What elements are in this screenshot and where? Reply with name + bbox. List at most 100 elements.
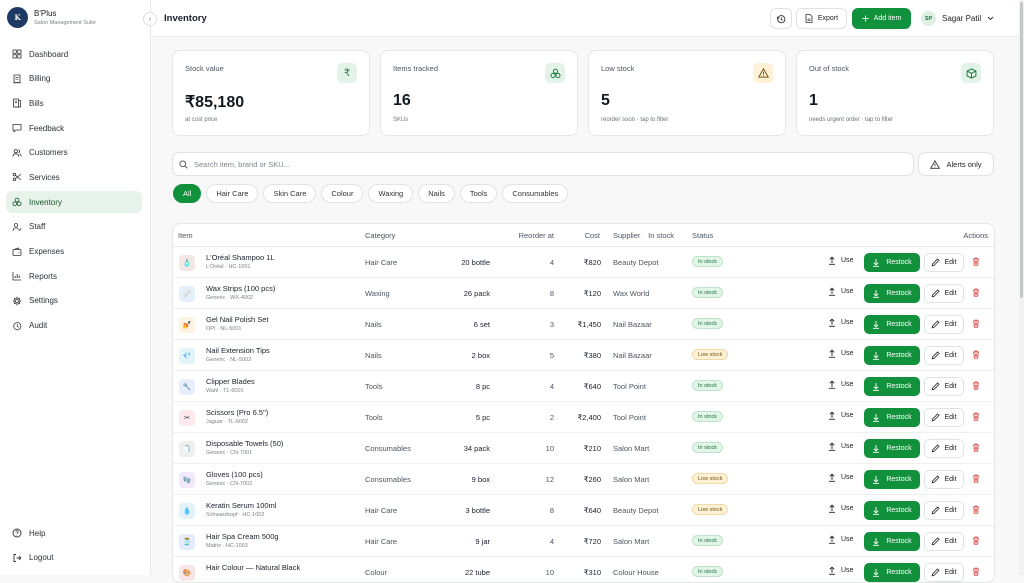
column-header-item[interactable]: Item (178, 231, 193, 240)
edit-button[interactable]: Edit (924, 439, 964, 458)
filter-chip-nails[interactable]: Nails (418, 184, 455, 203)
restock-button[interactable]: Restock (864, 284, 920, 303)
column-header-supplier[interactable]: Supplier (613, 231, 641, 240)
item-name[interactable]: Scissors (Pro 6.5") (206, 408, 268, 417)
column-header-reorder-at[interactable]: Reorder at (519, 231, 554, 240)
filter-chip-skin-care[interactable]: Skin Care (263, 184, 317, 203)
export-button[interactable]: Export (796, 8, 847, 29)
restock-button[interactable]: Restock (864, 253, 920, 272)
sidebar-item-billing[interactable]: Billing (6, 68, 142, 90)
use-button[interactable]: Use (828, 504, 853, 513)
use-button[interactable]: Use (828, 442, 853, 451)
table-row[interactable]: 🔧 Clipper Blades Wahl · TL-6001 Tools 8 pc 4 ₹… (173, 371, 994, 402)
restock-button[interactable]: Restock (864, 346, 920, 365)
trash-icon[interactable] (972, 474, 980, 483)
use-button[interactable]: Use (828, 380, 853, 389)
filter-chip-hair-care[interactable]: Hair Care (206, 184, 259, 203)
use-button[interactable]: Use (828, 287, 853, 296)
table-row[interactable]: 💎 Nail Extension Tips Generic · NL-5002 Nai… (173, 340, 994, 371)
sidebar-item-bills[interactable]: Bills (6, 92, 142, 114)
item-name[interactable]: Clipper Blades (206, 377, 255, 386)
use-button[interactable]: Use (828, 411, 853, 420)
filter-chip-waxing[interactable]: Waxing (368, 184, 414, 203)
edit-button[interactable]: Edit (924, 408, 964, 427)
use-button[interactable]: Use (828, 566, 853, 575)
filter-chip-colour[interactable]: Colour (321, 184, 364, 203)
column-header-actions[interactable]: Actions (963, 231, 988, 240)
trash-icon[interactable] (972, 536, 980, 545)
sidebar-item-customers[interactable]: Customers (6, 142, 142, 164)
item-name[interactable]: Disposable Towels (50) (206, 439, 283, 448)
trash-icon[interactable] (972, 257, 980, 266)
sidebar-item-dashboard[interactable]: Dashboard (6, 43, 142, 65)
use-button[interactable]: Use (828, 318, 853, 327)
restock-button[interactable]: Restock (864, 501, 920, 520)
trash-icon[interactable] (972, 288, 980, 297)
restock-button[interactable]: Restock (864, 315, 920, 334)
edit-button[interactable]: Edit (924, 346, 964, 365)
table-row[interactable]: 🩹 Wax Strips (100 pcs) Generic · WX-4002 Wa… (173, 278, 994, 309)
table-row[interactable]: 💅 Gel Nail Polish Set OPI · NL-5001 Nails 6 … (173, 309, 994, 340)
table-row[interactable]: 🫙 Hair Spa Cream 500g Matrix · HC-1003 Hair… (173, 526, 994, 557)
trash-icon[interactable] (972, 350, 980, 359)
restock-button[interactable]: Restock (864, 470, 920, 489)
item-name[interactable]: Gloves (100 pcs) (206, 470, 263, 479)
use-button[interactable]: Use (828, 349, 853, 358)
use-button[interactable]: Use (828, 535, 853, 544)
trash-icon[interactable] (972, 381, 980, 390)
sidebar-item-feedback[interactable]: Feedback (6, 117, 142, 139)
sidebar-item-logout[interactable]: Logout (6, 547, 142, 569)
item-name[interactable]: Keratin Serum 100ml (206, 501, 276, 510)
stat-card-low-stock[interactable]: Low stock 5 reorder soon · tap to filter (588, 50, 786, 136)
sidebar-item-reports[interactable]: Reports (6, 265, 142, 287)
restock-button[interactable]: Restock (864, 532, 920, 551)
edit-button[interactable]: Edit (924, 315, 964, 334)
stat-card-stock-value[interactable]: Stock value ₹85,180 at cost price ₹ (172, 50, 370, 136)
edit-button[interactable]: Edit (924, 284, 964, 303)
table-row[interactable]: 🧴 L'Oréal Shampoo 1L L'Oréal · HC-1001 Hair… (173, 247, 994, 278)
restock-button[interactable]: Restock (864, 439, 920, 458)
sidebar-item-help[interactable]: Help (6, 522, 142, 544)
column-header-category[interactable]: Category (365, 231, 395, 240)
table-row[interactable]: 💧 Keratin Serum 100ml Schwarzkopf · HC-100… (173, 495, 994, 526)
table-row[interactable]: 🧤 Gloves (100 pcs) Generic · CN-7002 Consum… (173, 464, 994, 495)
user-menu[interactable]: SP Sagar Patil (921, 11, 994, 26)
page-scrollbar[interactable] (1019, 0, 1024, 575)
sidebar-item-expenses[interactable]: Expenses (6, 241, 142, 263)
alerts-only-button[interactable]: Alerts only (918, 152, 994, 176)
sidebar-item-inventory[interactable]: Inventory (6, 191, 142, 214)
add-item-button[interactable]: Add item (852, 8, 911, 29)
trash-icon[interactable] (972, 319, 980, 328)
stat-card-out-of-stock[interactable]: Out of stock 1 needs urgent order · tap to… (796, 50, 994, 136)
edit-button[interactable]: Edit (924, 532, 964, 551)
edit-button[interactable]: Edit (924, 470, 964, 489)
sidebar-item-services[interactable]: Services (6, 166, 142, 188)
trash-icon[interactable] (972, 443, 980, 452)
edit-button[interactable]: Edit (924, 563, 964, 582)
item-name[interactable]: Hair Colour — Natural Black (206, 563, 300, 572)
trash-icon[interactable] (972, 505, 980, 514)
column-header-status[interactable]: Status (692, 231, 713, 240)
table-row[interactable]: 🧻 Disposable Towels (50) Generic · CN-7001… (173, 433, 994, 464)
edit-button[interactable]: Edit (924, 377, 964, 396)
sidebar-item-settings[interactable]: Settings (6, 290, 142, 312)
use-button[interactable]: Use (828, 473, 853, 482)
sidebar-item-audit[interactable]: Audit (6, 315, 142, 337)
search-input[interactable]: Search item, brand or SKU... (194, 160, 290, 169)
brand[interactable]: K B'Plus Salon Management Suite (7, 7, 96, 28)
stat-card-items-tracked[interactable]: Items tracked 16 SKUs (380, 50, 578, 136)
item-name[interactable]: Hair Spa Cream 500g (206, 532, 279, 541)
item-name[interactable]: L'Oréal Shampoo 1L (206, 253, 275, 262)
table-row[interactable]: ✂ Scissors (Pro 6.5") Jaguar · TL-6002 Tool… (173, 402, 994, 433)
column-header-cost[interactable]: Cost (585, 231, 600, 240)
filter-chip-consumables[interactable]: Consumables (502, 184, 569, 203)
collapse-sidebar-button[interactable]: ‹ (143, 12, 157, 26)
edit-button[interactable]: Edit (924, 253, 964, 272)
item-name[interactable]: Gel Nail Polish Set (206, 315, 269, 324)
sidebar-item-staff[interactable]: Staff (6, 216, 142, 238)
restock-button[interactable]: Restock (864, 563, 920, 582)
trash-icon[interactable] (972, 412, 980, 421)
restock-button[interactable]: Restock (864, 408, 920, 427)
restock-button[interactable]: Restock (864, 377, 920, 396)
use-button[interactable]: Use (828, 256, 853, 265)
